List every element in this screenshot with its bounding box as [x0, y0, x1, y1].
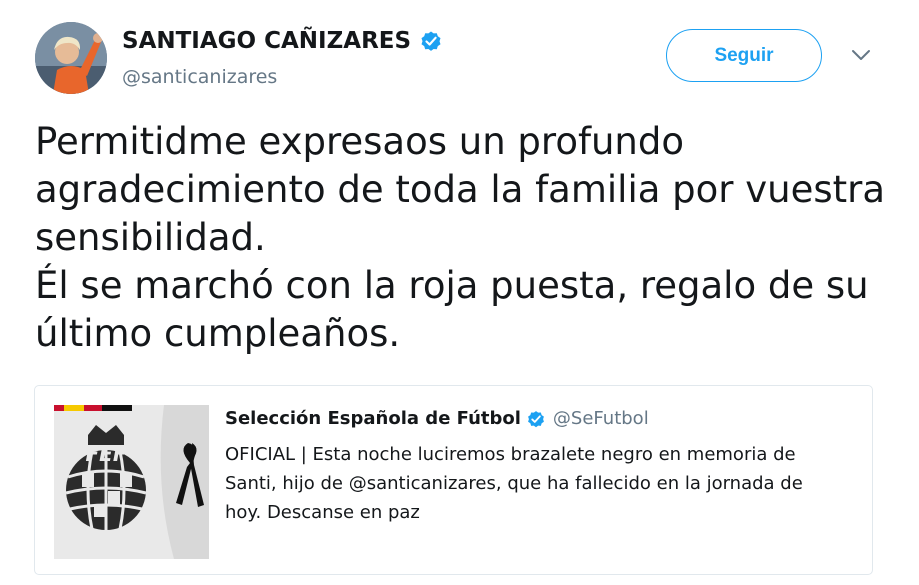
- tweet-text-line: agradecimiento de toda la familia por vu…: [35, 168, 886, 211]
- tweet-text-line: último cumpleaños.: [35, 312, 401, 355]
- svg-text:FEF: FEF: [86, 442, 127, 466]
- author-handle[interactable]: @santicanizares: [122, 66, 277, 88]
- quoted-handle[interactable]: @SeFutbol: [553, 408, 649, 429]
- tweet-text-line: sensibilidad.: [35, 216, 266, 259]
- quoted-display-name[interactable]: Selección Española de Fútbol: [225, 408, 521, 429]
- verified-badge-icon: [419, 29, 443, 53]
- quoted-text-line: Santi, hijo de @santicanizares, que ha f…: [225, 473, 803, 494]
- rfef-crest-mourning-ribbon-image: FEF: [54, 405, 209, 559]
- quoted-tweet-text: OFICIAL | Esta noche luciremos brazalete…: [225, 440, 855, 527]
- quoted-tweet-card[interactable]: FEF Selección Española de Fútbol @SeFutb…: [34, 385, 873, 575]
- quoted-text-line: hoy. Descanse en paz: [225, 502, 420, 523]
- tweet-text-line: Permitidme expresaos un profundo: [35, 120, 684, 163]
- tweet-text-line: Él se marchó con la roja puesta, regalo …: [35, 264, 869, 307]
- verified-badge-icon: [526, 409, 546, 429]
- quoted-text-line: OFICIAL | Esta noche luciremos brazalete…: [225, 444, 796, 465]
- author-display-name[interactable]: SANTIAGO CAÑIZARES: [122, 28, 411, 54]
- quoted-tweet-image[interactable]: FEF: [54, 405, 209, 559]
- tweet-text: Permitidme expresaos un profundo agradec…: [35, 118, 895, 358]
- chevron-down-icon[interactable]: [850, 48, 872, 62]
- follow-button[interactable]: Seguir: [666, 29, 822, 82]
- avatar-photo-icon: [35, 22, 107, 94]
- author-avatar[interactable]: [35, 22, 107, 94]
